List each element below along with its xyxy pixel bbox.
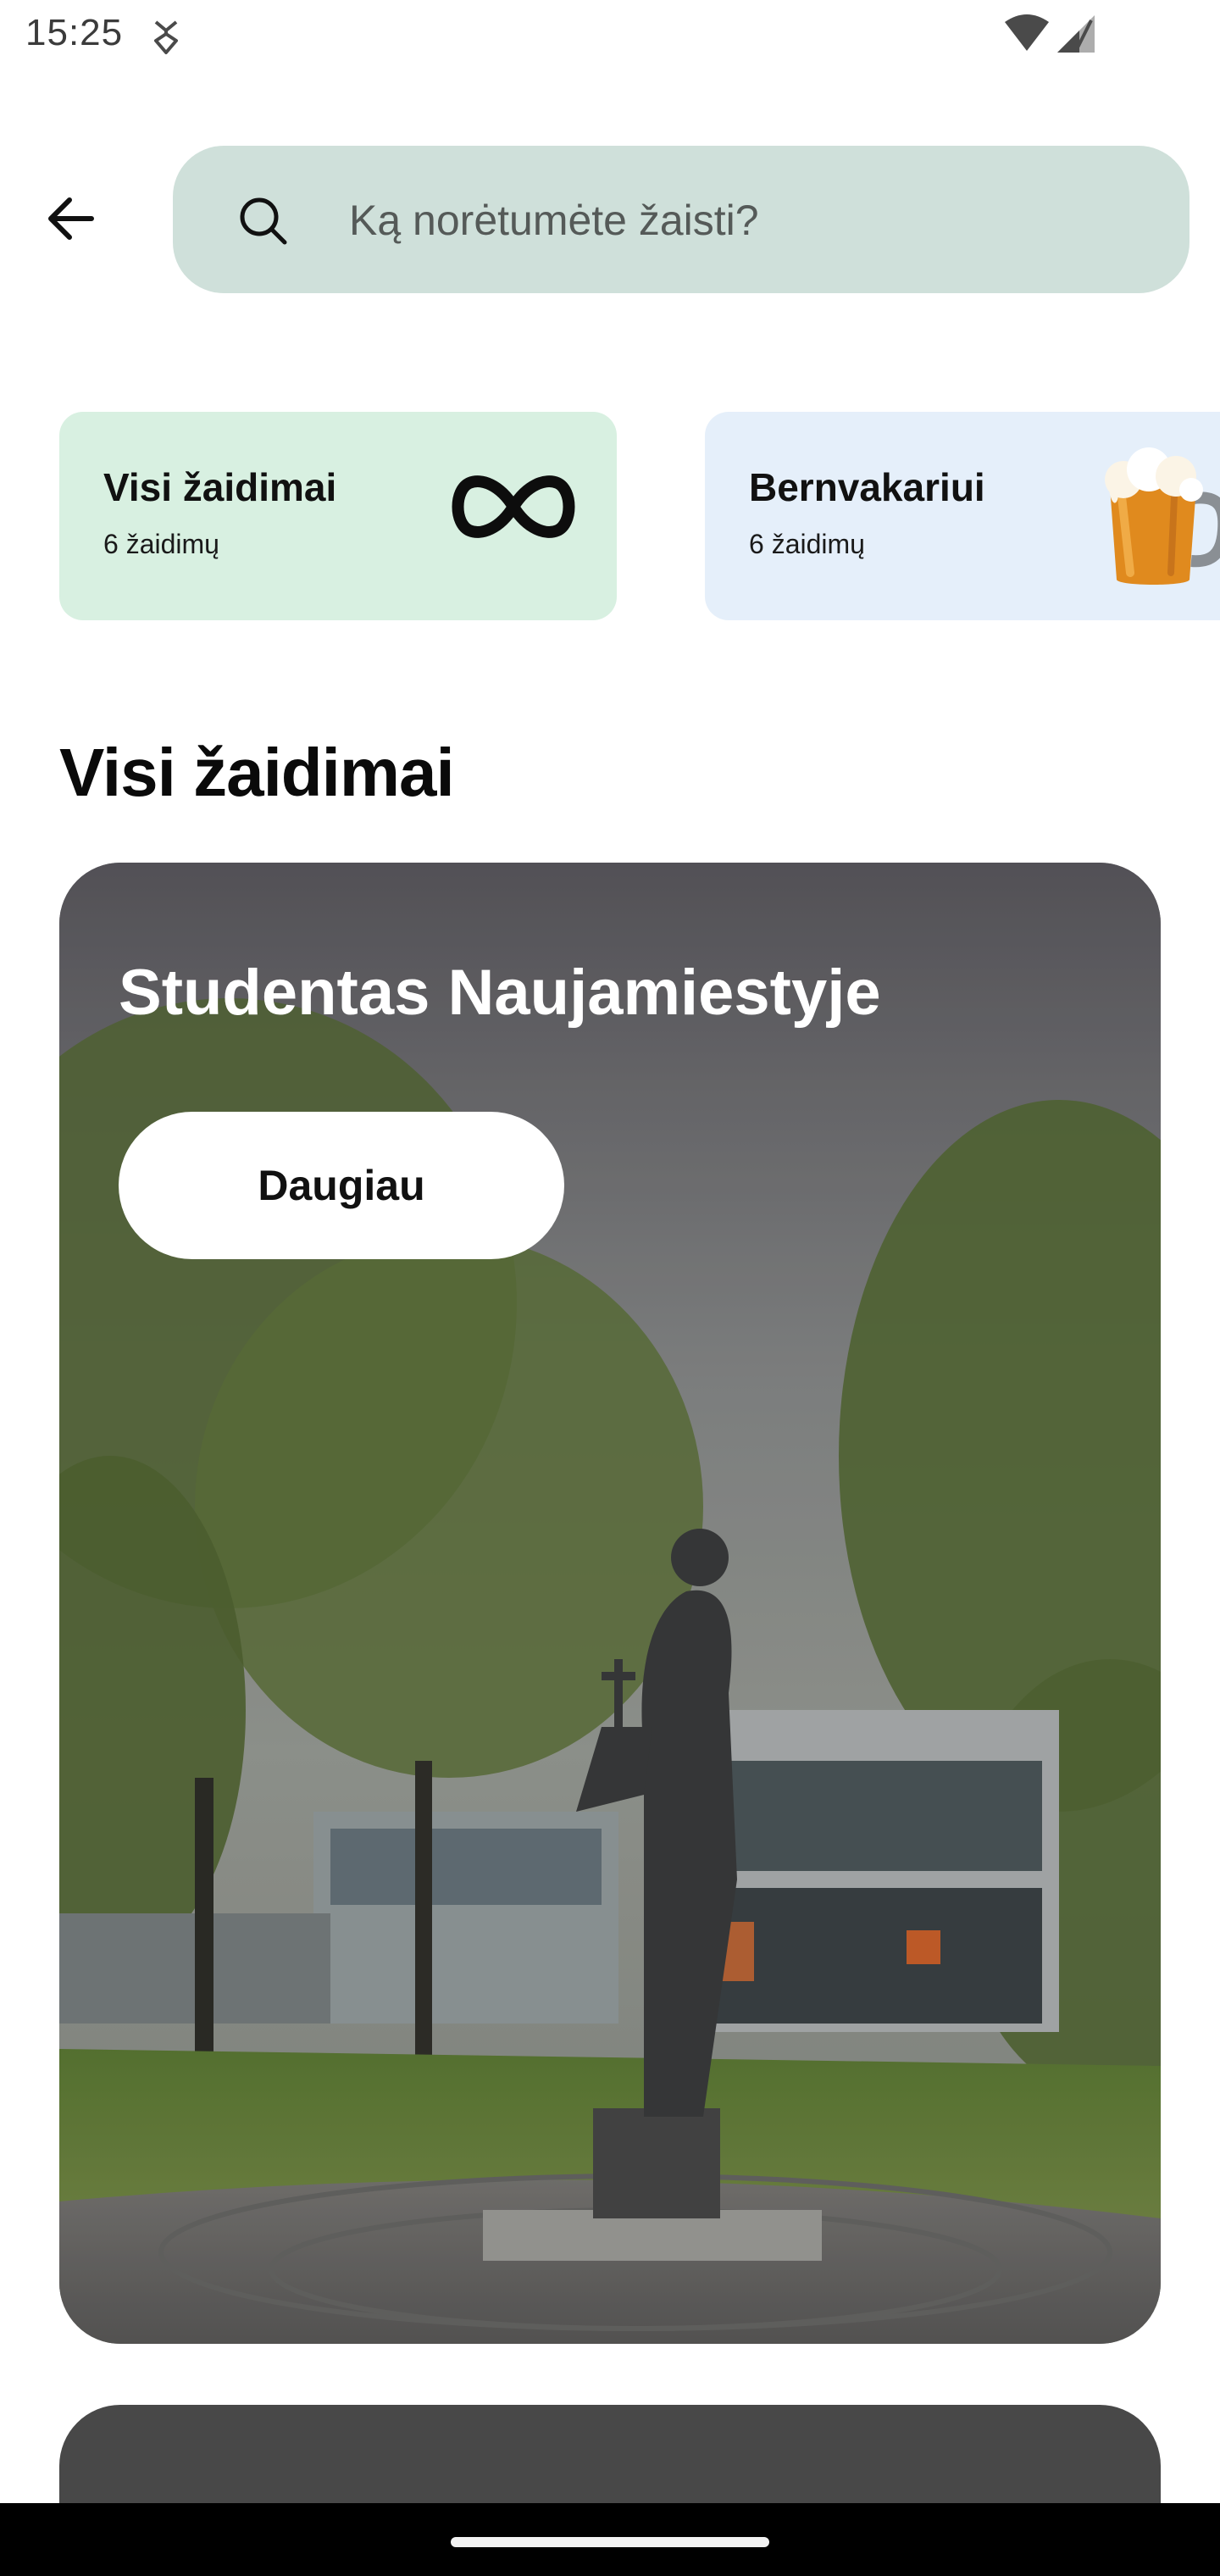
game-cover-image bbox=[59, 863, 1161, 2344]
category-count: 6 žaidimų bbox=[103, 529, 219, 559]
category-card-all-games[interactable]: Visi žaidimai 6 žaidimų bbox=[59, 412, 617, 620]
more-button[interactable]: Daugiau bbox=[119, 1112, 564, 1259]
category-count: 6 žaidimų bbox=[749, 529, 865, 559]
category-title: Visi žaidimai bbox=[103, 465, 337, 509]
home-gesture-handle[interactable] bbox=[451, 2537, 769, 2547]
category-title: Bernvakariui bbox=[749, 465, 985, 509]
status-time: 15:25 bbox=[25, 12, 124, 53]
status-bar: 15:25 bbox=[0, 0, 1220, 71]
notification-app-icon bbox=[154, 20, 178, 54]
system-nav-bar bbox=[0, 2503, 1220, 2576]
arrow-left-icon bbox=[48, 197, 94, 240]
cellular-signal-icon bbox=[1057, 15, 1095, 53]
category-card-bachelor[interactable]: Bernvakariui 6 žaidimų bbox=[705, 412, 1220, 620]
section-title: Visi žaidimai bbox=[59, 735, 455, 810]
game-title: Studentas Naujamiestyje bbox=[119, 957, 881, 1029]
wifi-icon bbox=[1005, 14, 1049, 51]
app-screen: 15:25 Visi žaidimai 6 žaidimų bbox=[0, 0, 1220, 2576]
back-button[interactable] bbox=[34, 181, 108, 256]
infinity-icon bbox=[452, 475, 575, 538]
beer-mug-icon bbox=[1105, 447, 1220, 585]
search-icon bbox=[240, 197, 287, 245]
game-card[interactable]: Studentas Naujamiestyje Daugiau bbox=[59, 863, 1161, 2344]
search-bar[interactable] bbox=[173, 146, 1190, 293]
search-input[interactable] bbox=[349, 180, 1112, 261]
